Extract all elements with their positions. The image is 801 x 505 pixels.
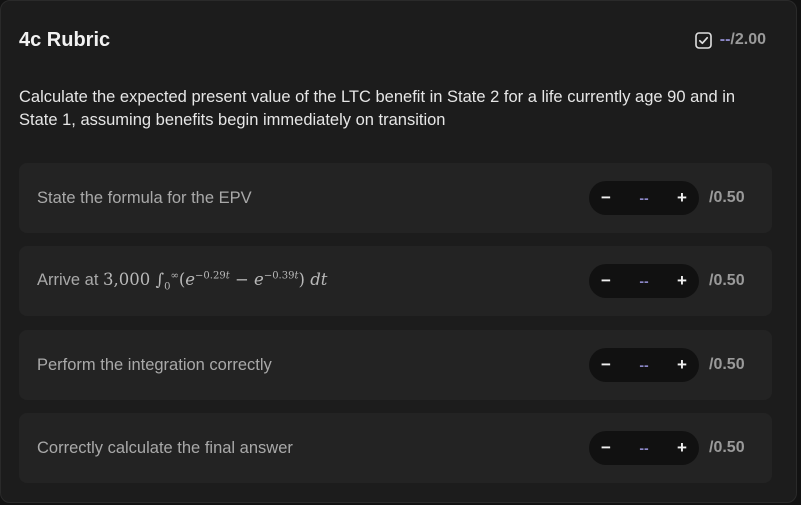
decrement-button[interactable]: −: [599, 355, 613, 375]
criterion-row: State the formula for the EPV − -- + /0.…: [19, 163, 772, 233]
question-text: Calculate the expected present value of …: [19, 88, 736, 129]
decrement-button[interactable]: −: [599, 188, 613, 208]
criterion-points: /0.50: [709, 356, 745, 373]
decrement-button[interactable]: −: [599, 438, 613, 458]
total-score-value: --: [719, 31, 731, 48]
criterion-points: /0.50: [709, 439, 745, 456]
increment-button[interactable]: +: [675, 355, 689, 375]
score-value: --: [639, 273, 649, 289]
increment-button[interactable]: +: [675, 271, 689, 291]
total-score-max: /2.00: [730, 31, 766, 48]
criterion-formula: 3,000 ∫0∞(e−0.29t − e−0.39t) dt: [103, 269, 328, 293]
criterion-label-prefix: Arrive at: [37, 270, 99, 289]
rubric-header: 4c Rubric --/2.00: [19, 27, 766, 53]
decrement-button[interactable]: −: [599, 271, 613, 291]
score-stepper: − -- +: [589, 181, 699, 215]
criterion-points: /0.50: [709, 272, 745, 289]
criterion-points: /0.50: [709, 189, 745, 206]
checkbox-check-icon: [694, 31, 712, 49]
criterion-label: State the formula for the EPV: [37, 188, 252, 207]
criterion-label: Arrive at 3,000 ∫0∞(e−0.29t − e−0.39t) d…: [37, 270, 327, 292]
score-stepper: − -- +: [589, 348, 699, 382]
criterion-row: Arrive at 3,000 ∫0∞(e−0.29t − e−0.39t) d…: [19, 246, 772, 316]
increment-button[interactable]: +: [675, 188, 689, 208]
score-value: --: [639, 357, 649, 373]
criterion-label: Correctly calculate the final answer: [37, 438, 293, 457]
score-value: --: [639, 440, 649, 456]
rubric-total-score: --/2.00: [694, 31, 766, 49]
score-value: --: [639, 190, 649, 206]
rubric-panel: 4c Rubric --/2.00 Calculate the expected…: [0, 0, 797, 503]
score-stepper: − -- +: [589, 431, 699, 465]
criterion-label: Perform the integration correctly: [37, 355, 272, 374]
criterion-row: Correctly calculate the final answer − -…: [19, 413, 772, 483]
criterion-row: Perform the integration correctly − -- +…: [19, 330, 772, 400]
rubric-title: 4c Rubric: [19, 28, 111, 51]
increment-button[interactable]: +: [675, 438, 689, 458]
score-stepper: − -- +: [589, 264, 699, 298]
